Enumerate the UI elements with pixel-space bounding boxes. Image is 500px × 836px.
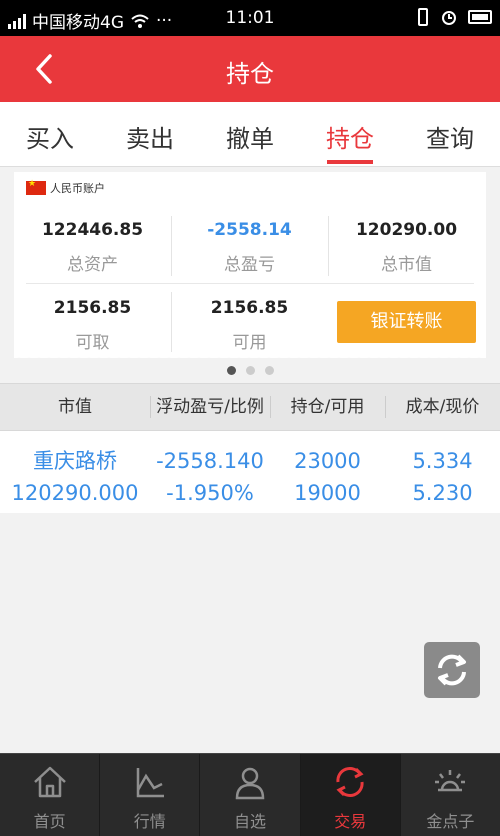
stock-pnl-ratio: -1.950% (166, 481, 254, 505)
available: 2156.85 可用 (171, 290, 328, 353)
page-indicator (0, 366, 500, 375)
nav-watchlist-label: 自选 (234, 812, 267, 831)
nav-ideas-label: 金点子 (426, 812, 475, 831)
trade-tabs: 买入 卖出 撤单 持仓 查询 (0, 102, 500, 167)
refresh-icon (438, 654, 466, 686)
available-label: 可用 (232, 333, 267, 353)
page-dot[interactable] (264, 366, 274, 375)
trade-icon (336, 767, 364, 797)
nav-market[interactable]: 行情 (99, 754, 199, 836)
nav-home[interactable]: 首页 (0, 754, 99, 836)
nav-home-label: 首页 (33, 812, 66, 831)
cell-name-value: 重庆路桥 120290.000 (0, 431, 150, 513)
stock-cost: 5.334 (412, 449, 473, 473)
bottom-nav: 首页 行情 自选 交易 金点子 (0, 753, 500, 836)
total-pnl-value: -2558.14 (207, 220, 292, 240)
user-icon (235, 767, 265, 800)
tab-buy[interactable]: 买入 (0, 102, 100, 166)
nav-watchlist[interactable]: 自选 (199, 754, 299, 836)
col-header-market-value: 市值 (58, 397, 92, 417)
withdrawable-value: 2156.85 (53, 298, 132, 318)
page-dot[interactable] (245, 366, 255, 375)
nav-ideas[interactable]: 金点子 (399, 754, 500, 836)
tab-query[interactable]: 查询 (400, 102, 500, 166)
nav-trade-label: 交易 (334, 812, 367, 831)
page-title: 持仓 (226, 60, 274, 88)
col-header-pnl: 浮动盈亏/比例 (150, 384, 270, 430)
total-assets-label: 总资产 (67, 255, 118, 275)
card-edge (14, 356, 486, 362)
stock-available: 19000 (294, 481, 361, 505)
account-row-1: 122446.85 总资产 -2558.14 总盈亏 120290.00 总市值 (14, 212, 486, 275)
status-bar: 中国移动4G ··· 11:01 (0, 0, 500, 36)
col-header-cost: 成本/现价 (385, 384, 500, 430)
divider (171, 292, 172, 352)
nav-trade[interactable]: 交易 (299, 754, 400, 836)
total-pnl: -2558.14 总盈亏 (171, 212, 328, 275)
account-name: 人民币账户 (50, 182, 105, 195)
divider (26, 283, 474, 284)
chart-icon (136, 768, 164, 798)
bank-transfer-button[interactable]: 银证转账 (337, 301, 476, 343)
status-right (416, 8, 492, 26)
tab-cancel[interactable]: 撤单 (200, 102, 300, 166)
table-row[interactable]: 重庆路桥 120290.000 -2558.140 -1.950% 23000 … (0, 431, 500, 513)
tab-position[interactable]: 持仓 (300, 102, 400, 166)
divider (328, 216, 329, 276)
withdrawable: 2156.85 可取 (14, 290, 171, 353)
vibrate-icon (418, 8, 428, 26)
stock-market-value: 120290.000 (11, 481, 139, 505)
alarm-icon (442, 11, 456, 25)
idea-icon (435, 770, 466, 792)
nav-market-label: 行情 (133, 812, 166, 831)
cell-cost: 5.334 5.230 (385, 431, 500, 513)
account-header: 人民币账户 (26, 179, 105, 196)
stock-price: 5.230 (412, 481, 473, 505)
available-value: 2156.85 (210, 298, 289, 318)
total-assets: 122446.85 总资产 (14, 212, 171, 275)
withdrawable-label: 可取 (75, 333, 110, 353)
total-pnl-label: 总盈亏 (224, 255, 275, 275)
top-bar: 持仓 (0, 36, 500, 102)
total-assets-value: 122446.85 (41, 220, 144, 240)
account-card: 人民币账户 122446.85 总资产 -2558.14 总盈亏 120290.… (14, 172, 486, 362)
refresh-button[interactable] (424, 642, 480, 698)
china-flag-icon (26, 179, 46, 195)
cell-pnl: -2558.140 -1.950% (150, 431, 270, 513)
market-value-label: 总市值 (381, 255, 432, 275)
positions-table-header: 市值 浮动盈亏/比例 持仓/可用 成本/现价 (0, 383, 500, 431)
col-header-position: 持仓/可用 (270, 384, 385, 430)
market-value-value: 120290.00 (355, 220, 458, 240)
stock-name: 重庆路桥 (33, 449, 117, 473)
page-dot[interactable] (226, 366, 236, 375)
home-icon (33, 766, 66, 798)
tab-sell[interactable]: 卖出 (100, 102, 200, 166)
battery-icon (468, 10, 492, 24)
cell-position: 23000 19000 (270, 431, 385, 513)
stock-pnl: -2558.140 (156, 449, 264, 473)
stock-position: 23000 (294, 449, 361, 473)
divider (171, 216, 172, 276)
market-value: 120290.00 总市值 (328, 212, 485, 275)
